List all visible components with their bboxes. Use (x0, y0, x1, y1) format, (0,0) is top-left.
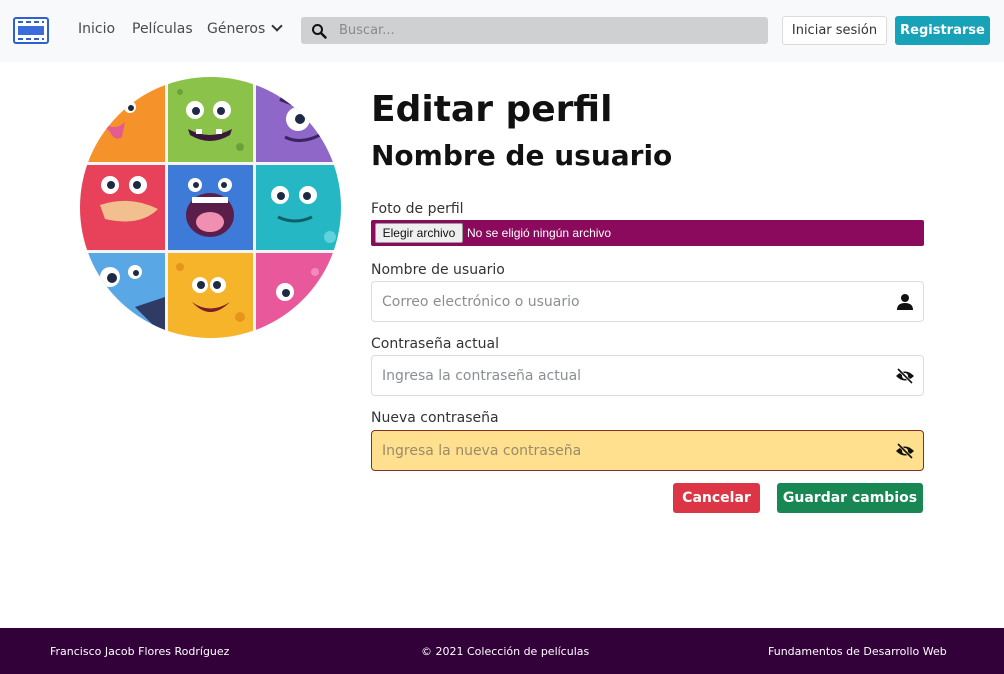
photo-label: Foto de perfil (371, 201, 464, 217)
profile-picture (80, 77, 341, 338)
username-heading: Nombre de usuario (371, 139, 673, 172)
save-changes-button[interactable]: Guardar cambios (777, 483, 923, 513)
footer-copyright: © 2021 Colección de películas (421, 645, 590, 658)
film-strip-icon[interactable] (13, 17, 49, 44)
page-title: Editar perfil (371, 89, 613, 130)
new-password-field (371, 430, 924, 471)
nav-link-home[interactable]: Inicio (78, 21, 115, 37)
username-field (371, 281, 924, 322)
file-input[interactable]: Elegir archivo No se eligió ningún archi… (371, 220, 924, 246)
file-status-text: No se eligió ningún archivo (467, 226, 612, 240)
nav-dropdown-genres-label: Géneros (207, 21, 266, 37)
current-password-field (371, 355, 924, 396)
chevron-down-icon (271, 20, 283, 32)
cancel-button[interactable]: Cancelar (673, 483, 760, 513)
navbar: Inicio Películas Géneros Iniciar sesión … (0, 0, 1004, 62)
new-password-input[interactable] (372, 431, 872, 470)
footer-course: Fundamentos de Desarrollo Web (768, 645, 947, 658)
search-input[interactable] (339, 17, 759, 44)
search-bar (301, 17, 768, 44)
username-label: Nombre de usuario (371, 262, 505, 278)
choose-file-button[interactable]: Elegir archivo (375, 223, 463, 243)
new-password-label: Nueva contraseña (371, 410, 499, 426)
nav-dropdown-genres[interactable]: Géneros (207, 20, 283, 37)
search-icon (312, 24, 327, 39)
user-icon (897, 294, 913, 310)
eye-slash-icon[interactable] (895, 366, 915, 386)
eye-slash-icon[interactable] (895, 441, 915, 461)
login-button[interactable]: Iniciar sesión (782, 16, 887, 45)
register-button[interactable]: Registrarse (895, 16, 990, 45)
current-password-input[interactable] (372, 356, 872, 395)
nav-link-movies[interactable]: Películas (132, 21, 193, 37)
monster-avatar-image (80, 77, 341, 338)
username-input[interactable] (372, 282, 872, 321)
footer-author: Francisco Jacob Flores Rodríguez (50, 645, 230, 658)
footer: Francisco Jacob Flores Rodríguez © 2021 … (0, 628, 1004, 674)
current-password-label: Contraseña actual (371, 336, 499, 352)
